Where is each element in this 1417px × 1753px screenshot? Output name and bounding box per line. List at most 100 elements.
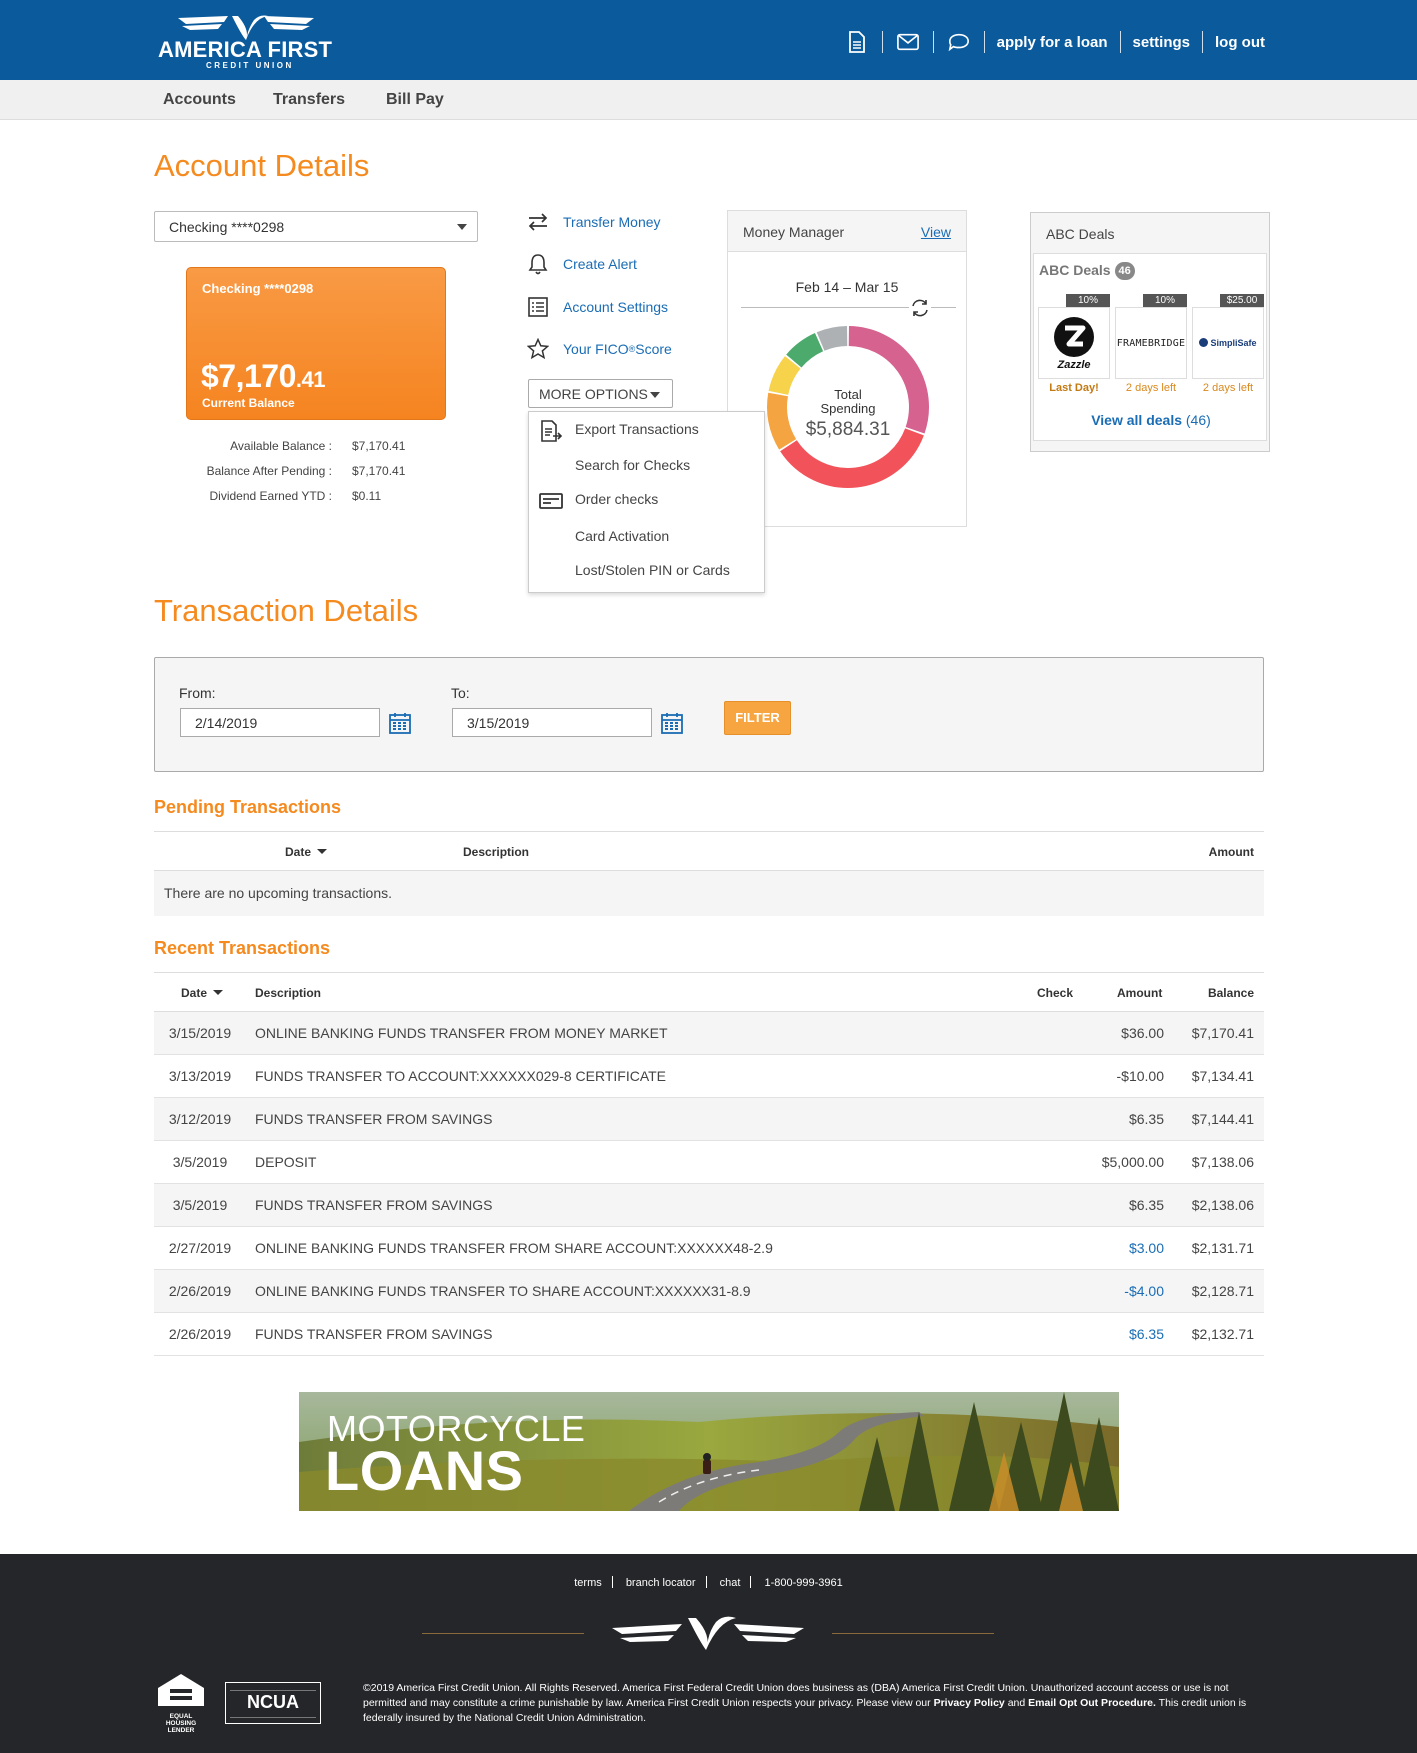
transfer-icon [525,211,551,233]
deal-tag: $25.00 [1220,294,1264,307]
pending-transactions-title: Pending Transactions [154,797,342,817]
dividend-ytd-value: $0.11 [352,489,382,503]
document-icon[interactable] [846,31,868,53]
balance-after-pending-value: $7,170.41 [352,464,406,478]
donut-segment[interactable] [768,356,801,396]
mail-icon[interactable] [896,31,919,53]
recent-table-header: Date Description Check Amount Balance [154,972,1264,1012]
table-row[interactable]: 2/26/2019 FUNDS TRANSFER FROM SAVINGS $6.3… [154,1313,1264,1356]
account-settings-link[interactable]: Account Settings [525,295,668,319]
donut-segment[interactable] [786,333,824,368]
row-balance: $7,144.41 [1191,1111,1254,1127]
spending-donut-chart[interactable]: Total Spending $5,884.31 [765,324,931,490]
fico-score-link[interactable]: Your FICO ® Score [525,337,672,361]
pending-amount-column: Amount [1208,845,1254,859]
row-balance: $2,132.71 [1191,1326,1254,1342]
logo-name: AMERICA FIRST [158,37,333,62]
donut-segment[interactable] [767,392,797,450]
total-label-1: Total [834,387,862,402]
page-footer: terms branch locator chat 1-800-999-3961… [0,1554,1417,1753]
table-row[interactable]: 2/27/2019 ONLINE BANKING FUNDS TRANSFER F… [154,1227,1264,1270]
table-row[interactable]: 3/15/2019 ONLINE BANKING FUNDS TRANSFER F… [154,1012,1264,1055]
america-first-logo[interactable]: AMERICA FIRST CREDIT UNION [150,12,340,70]
menu-search-for-checks[interactable]: Search for Checks [575,457,690,473]
filter-button[interactable]: FILTER [724,701,791,735]
total-spending-value: $5,884.31 [806,419,891,440]
from-label: From: [179,685,216,701]
account-select[interactable]: Checking ****0298 [154,211,478,242]
table-row[interactable]: 2/26/2019 ONLINE BANKING FUNDS TRANSFER T… [154,1270,1264,1313]
more-options-menu: Export Transactions Search for Checks Or… [528,411,765,593]
footer-chat-link[interactable]: chat [720,1577,741,1589]
table-row[interactable]: 3/5/2019 FUNDS TRANSFER FROM SAVINGS $6.35… [154,1184,1264,1227]
pending-empty-row: There are no upcoming transactions. [154,871,1264,916]
footer-phone-link[interactable]: 1-800-999-3961 [764,1577,842,1589]
apply-for-loan-link[interactable]: apply for a loan [997,34,1108,51]
sort-down-icon [317,849,328,854]
view-all-deals-link[interactable]: View all deals (46) [1034,412,1268,428]
menu-order-checks[interactable]: Order checks [575,491,658,507]
chat-icon[interactable] [948,31,970,53]
to-label: To: [451,685,470,701]
calendar-icon[interactable] [661,712,683,734]
from-date-input[interactable]: 2/14/2019 [180,708,380,737]
to-date-input[interactable]: 3/15/2019 [452,708,652,737]
pending-empty-message: There are no upcoming transactions. [164,885,393,901]
legal-text: ©2019 America First Credit Union. All Ri… [363,1682,1247,1724]
card-account-name: Checking ****0298 [202,281,314,296]
privacy-policy-link[interactable]: Privacy Policy [934,1697,1005,1709]
deal-status: 2 days left [1202,382,1254,394]
footer-branch-locator-link[interactable]: branch locator [626,1577,696,1589]
row-description: DEPOSIT [255,1154,317,1170]
money-manager-view-link[interactable]: View [921,224,951,240]
menu-export-transactions[interactable]: Export Transactions [575,421,699,437]
divider [422,1633,584,1634]
nav-transfers[interactable]: Transfers [273,91,345,109]
table-row[interactable]: 3/5/2019 DEPOSIT $5,000.00 $7,138.06 [154,1141,1264,1184]
settings-link[interactable]: settings [1133,34,1191,51]
create-alert-link[interactable]: Create Alert [525,252,637,276]
banner-line-2: LOANS [325,1439,524,1502]
recent-check-column: Check [1037,986,1074,1000]
nav-accounts[interactable]: Accounts [163,91,236,109]
separator [932,31,934,53]
more-options-button[interactable]: MORE OPTIONS [528,379,673,408]
donut-segment[interactable] [848,326,929,434]
recent-amount-column: Amount [1117,986,1163,1000]
transfer-money-link[interactable]: Transfer Money [525,210,661,234]
row-date: 3/15/2019 [168,1025,232,1041]
donut-segment[interactable] [816,326,848,351]
recent-description-column: Description [255,986,322,1000]
footer-terms-link[interactable]: terms [574,1577,602,1589]
eagle-wing-icon [612,1616,804,1650]
deals-panel: ABC Deals 46 10% Zazzle Last Day! 10% FRA… [1033,253,1267,441]
pending-date-column[interactable]: Date [285,845,328,859]
table-row[interactable]: 3/13/2019 FUNDS TRANSFER TO ACCOUNT:XXXXX… [154,1055,1264,1098]
row-date: 3/5/2019 [172,1197,228,1213]
menu-card-activation[interactable]: Card Activation [575,528,669,544]
row-balance: $2,131.71 [1191,1240,1254,1256]
list-icon [525,296,551,318]
nav-bill-pay[interactable]: Bill Pay [386,91,444,109]
available-balance-label: Available Balance : [230,439,332,453]
motorcycle-loans-banner[interactable]: MOTORCYCLE LOANS [299,1392,1119,1511]
separator [1119,31,1121,53]
money-manager-header: Money Manager View [728,211,966,252]
row-description: ONLINE BANKING FUNDS TRANSFER TO SHARE A… [255,1283,751,1299]
row-description: FUNDS TRANSFER FROM SAVINGS [255,1326,493,1342]
log-out-link[interactable]: log out [1215,34,1265,51]
row-description: FUNDS TRANSFER FROM SAVINGS [255,1197,493,1213]
recent-date-column[interactable]: Date [181,986,224,1000]
row-balance: $7,134.41 [1191,1068,1254,1084]
row-description: FUNDS TRANSFER TO ACCOUNT:XXXXXX029-8 CE… [255,1068,667,1084]
account-balance-card: Checking ****0298 $7,170.41 Current Bala… [186,267,446,420]
menu-lost-stolen[interactable]: Lost/Stolen PIN or Cards [575,562,730,578]
deals-inner-title: ABC Deals 46 [1039,262,1135,280]
calendar-icon[interactable] [389,712,411,734]
zazzle-logo: Zazzle [1038,307,1110,379]
transaction-details-title: Transaction Details [154,593,419,628]
email-opt-out-link[interactable]: Email Opt Out Procedure. [1028,1697,1156,1709]
row-date: 2/27/2019 [168,1240,232,1256]
refresh-icon[interactable] [909,297,931,319]
table-row[interactable]: 3/12/2019 FUNDS TRANSFER FROM SAVINGS $6.3… [154,1098,1264,1141]
